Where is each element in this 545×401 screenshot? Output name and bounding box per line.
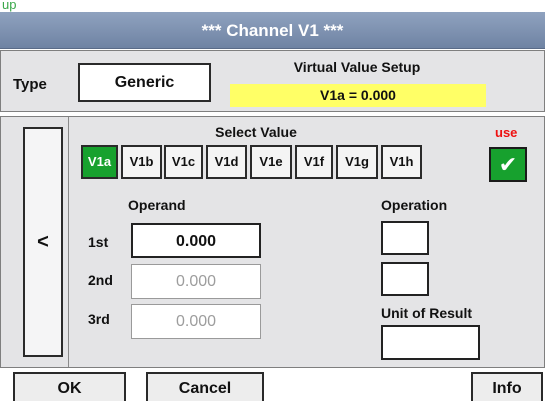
operation-2-field[interactable] [381, 262, 429, 296]
tab-v1f[interactable]: V1f [295, 145, 333, 179]
checkmark-icon: ✔ [498, 152, 518, 177]
operation-1-field[interactable] [381, 221, 429, 255]
unit-of-result-field[interactable] [381, 325, 480, 360]
tab-v1b[interactable]: V1b [121, 145, 162, 179]
operand-3-label: 3rd [88, 311, 110, 327]
back-arrow-icon: < [37, 230, 49, 253]
operand-2-label: 2nd [88, 272, 113, 288]
type-label: Type [13, 76, 47, 93]
divider [68, 117, 69, 367]
tab-v1d[interactable]: V1d [206, 145, 247, 179]
tab-v1a[interactable]: V1a [81, 145, 118, 179]
operand-2-field: 0.000 [131, 264, 261, 299]
info-button[interactable]: Info [471, 372, 543, 401]
operand-1-field[interactable]: 0.000 [131, 223, 261, 258]
type-field[interactable]: Generic [78, 63, 211, 102]
unit-of-result-label: Unit of Result [381, 305, 472, 321]
operation-header: Operation [381, 197, 448, 213]
operand-3-field: 0.000 [131, 304, 261, 339]
operand-1-label: 1st [88, 234, 109, 250]
caption-text: up [2, 0, 17, 12]
operand-header: Operand [128, 197, 186, 213]
back-button[interactable]: < [23, 127, 63, 357]
select-value-label: Select Value [215, 124, 297, 140]
use-label: use [495, 125, 518, 140]
tab-v1e[interactable]: V1e [250, 145, 292, 179]
window-title: *** Channel V1 *** [0, 12, 545, 49]
tab-v1h[interactable]: V1h [381, 145, 422, 179]
tab-v1c[interactable]: V1c [164, 145, 203, 179]
virtual-value-expression: V1a = 0.000 [230, 84, 486, 107]
use-checkbox[interactable]: ✔ [489, 147, 527, 182]
caption-strip: up [0, 0, 545, 12]
virtual-value-setup-label: Virtual Value Setup [293, 59, 421, 75]
tab-v1g[interactable]: V1g [336, 145, 378, 179]
ok-button[interactable]: OK [13, 372, 126, 401]
cancel-button[interactable]: Cancel [146, 372, 264, 401]
